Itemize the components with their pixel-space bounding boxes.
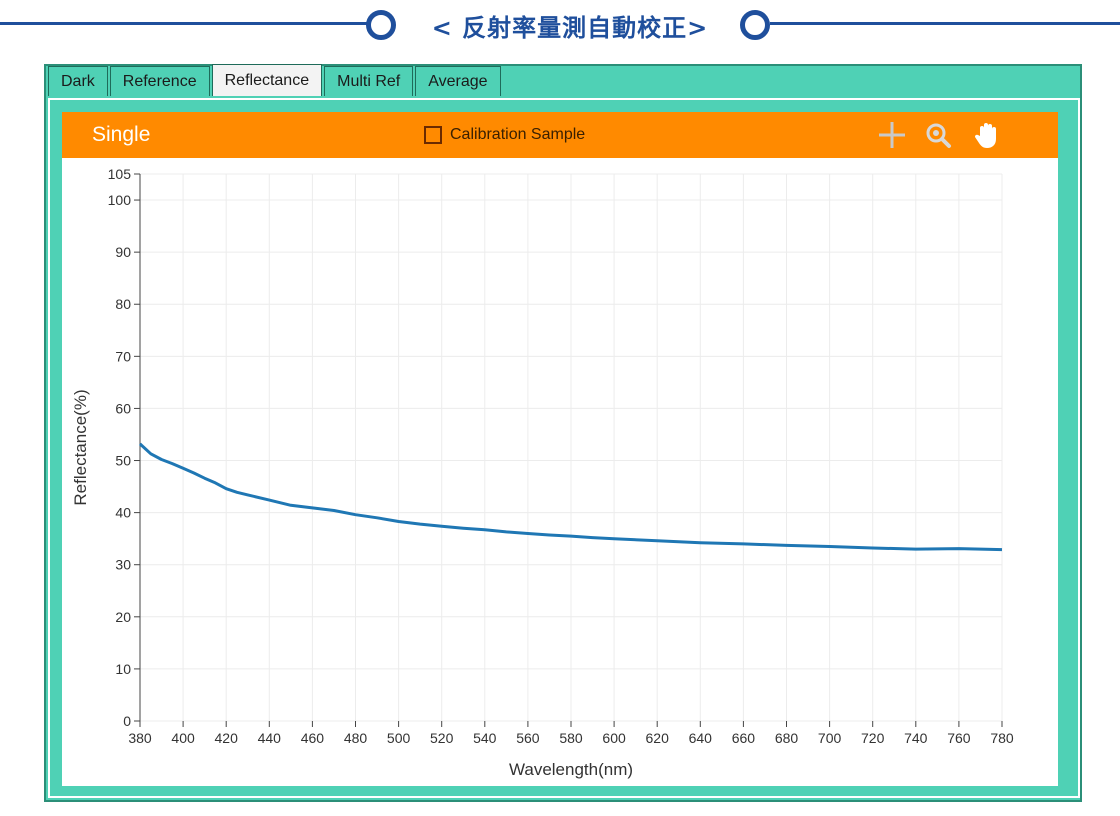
calibration-label: Calibration Sample [450, 126, 586, 143]
page-title: < 反射率量測自動校正> [431, 14, 709, 42]
header-line-right [770, 22, 1120, 25]
pan-hand-icon[interactable] [972, 120, 1002, 150]
x-tick-label: 500 [387, 730, 411, 746]
x-tick-label: 540 [473, 730, 497, 746]
x-tick-label: 640 [689, 730, 713, 746]
header-line-left [0, 22, 370, 25]
x-tick-label: 380 [128, 730, 152, 746]
calibration-sample-toggle[interactable]: Calibration Sample [424, 126, 585, 144]
x-tick-label: 420 [215, 730, 239, 746]
x-tick-label: 680 [775, 730, 799, 746]
x-tick-label: 720 [861, 730, 885, 746]
zoom-icon[interactable] [923, 120, 953, 150]
x-tick-label: 560 [516, 730, 540, 746]
header-ring-right [740, 10, 770, 40]
tab-reflectance[interactable]: Reflectance [211, 64, 323, 96]
y-tick-label: 50 [115, 453, 131, 469]
y-tick-label: 100 [108, 192, 132, 208]
y-tick-label: 90 [115, 244, 131, 260]
y-tick-label: 10 [115, 661, 131, 677]
x-tick-label: 580 [559, 730, 583, 746]
x-tick-label: 480 [344, 730, 368, 746]
x-tick-label: 520 [430, 730, 454, 746]
y-tick-label: 30 [115, 557, 131, 573]
x-tick-label: 700 [818, 730, 842, 746]
x-tick-label: 660 [732, 730, 756, 746]
y-tick-label: 20 [115, 609, 131, 625]
y-tick-label: 105 [108, 166, 132, 182]
x-tick-label: 760 [947, 730, 971, 746]
y-tick-label: 0 [123, 713, 131, 729]
x-tick-label: 740 [904, 730, 928, 746]
x-axis-label: Wavelength(nm) [509, 760, 633, 779]
mode-title: Single [92, 123, 151, 146]
y-axis-label: Reflectance(%) [71, 389, 90, 505]
y-tick-label: 60 [115, 400, 131, 416]
x-tick-label: 440 [258, 730, 282, 746]
calibration-checkbox[interactable] [424, 126, 442, 144]
tab-bar: Dark Reference Reflectance Multi Ref Ave… [48, 64, 503, 98]
crosshair-icon[interactable] [877, 120, 907, 150]
tab-multi-ref[interactable]: Multi Ref [324, 66, 414, 96]
x-ticks: 380 400 420 440 460 480 500 520 540 560 580 600 620 6… [128, 721, 1014, 746]
x-tick-label: 600 [602, 730, 626, 746]
y-tick-label: 80 [115, 296, 131, 312]
tab-dark[interactable]: Dark [48, 66, 108, 96]
header-ring-left [366, 10, 396, 40]
x-tick-label: 780 [990, 730, 1014, 746]
tab-reference[interactable]: Reference [109, 66, 210, 96]
plot-area: 0 10 20 30 40 50 60 70 80 90 100 105 380 400 420 440 46… [62, 158, 1058, 786]
grid [139, 173, 1003, 722]
y-ticks: 0 10 20 30 40 50 60 70 80 90 100 105 [108, 166, 140, 729]
y-tick-label: 70 [115, 348, 131, 364]
x-tick-label: 620 [646, 730, 670, 746]
x-tick-label: 460 [301, 730, 325, 746]
chart-toolbar: Single Calibration Sample [62, 112, 1058, 158]
tab-average[interactable]: Average [415, 66, 501, 96]
reflectance-chart: 0 10 20 30 40 50 60 70 80 90 100 105 380 400 420 440 46… [71, 166, 1014, 779]
y-tick-label: 40 [115, 505, 131, 521]
x-tick-label: 400 [171, 730, 195, 746]
